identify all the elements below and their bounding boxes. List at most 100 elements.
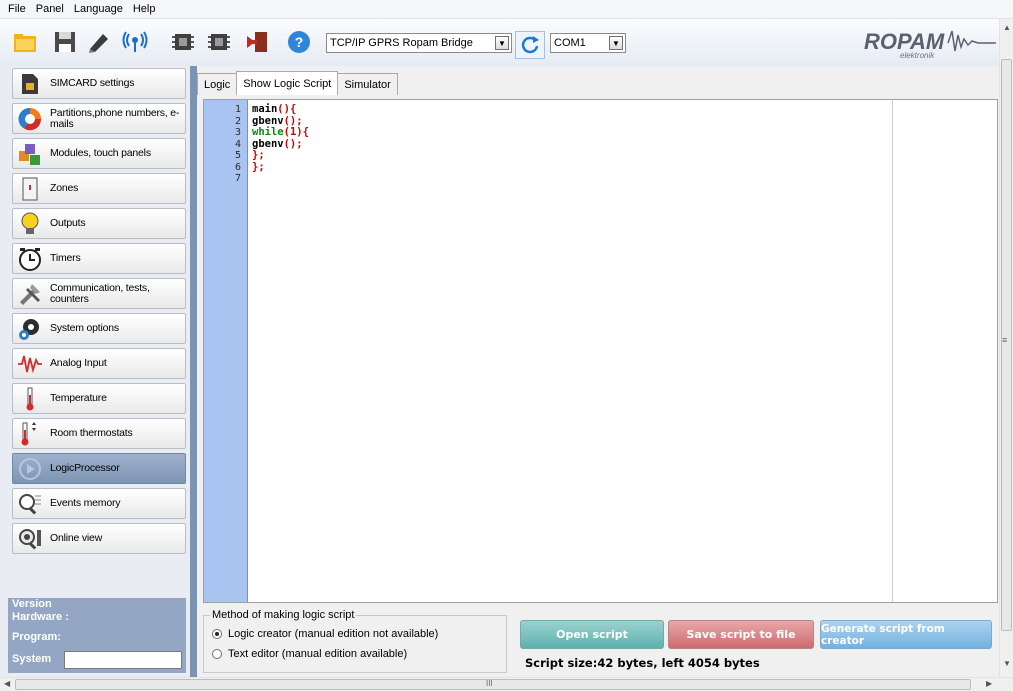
port-value: COM1 — [554, 37, 586, 49]
radio-logic-creator[interactable]: Logic creator (manual edition not availa… — [212, 628, 438, 640]
version-panel: Version Hardware : Program: System — [8, 598, 186, 673]
radio-label: Text editor (manual edition available) — [228, 648, 408, 660]
vertical-scroll-thumb[interactable]: ≡ — [1001, 59, 1012, 631]
code-line: main(){ — [252, 103, 296, 115]
sidebar-item-label: Modules, touch panels — [50, 147, 151, 159]
sidebar-item-communication[interactable]: Communication, tests, counters — [12, 278, 186, 309]
sidebar-item-outputs[interactable]: Outputs — [12, 208, 186, 239]
antenna-icon[interactable] — [122, 29, 148, 55]
open-script-button[interactable]: Open script — [520, 620, 664, 649]
sidebar-item-simcard[interactable]: SIMCARD settings — [12, 68, 186, 99]
code-token: ){ — [296, 126, 309, 138]
folder-open-icon[interactable] — [12, 29, 38, 55]
line-number: 2 — [234, 115, 241, 127]
sidebar-item-partitions[interactable]: Partitions,phone numbers, e-mails — [12, 103, 186, 134]
sidebar-item-label: Events memory — [50, 497, 121, 509]
radio-button[interactable] — [212, 649, 222, 659]
zone-door-icon — [18, 177, 42, 201]
code-line: }; — [252, 149, 265, 161]
chip-read-icon[interactable] — [170, 29, 196, 55]
sidebar-item-temperature[interactable]: Temperature — [12, 383, 186, 414]
line-number: 1 — [234, 104, 241, 115]
port-select[interactable]: COM1 ▼ — [550, 33, 626, 53]
help-icon[interactable]: ? — [286, 29, 312, 55]
sidebar-item-room-thermostats[interactable]: Room thermostats — [12, 418, 186, 449]
tab-simulator[interactable]: Simulator — [337, 73, 398, 95]
menu-help[interactable]: Help — [129, 3, 162, 15]
scroll-up-icon[interactable]: ▲ — [1003, 23, 1011, 32]
code-token: (); — [283, 137, 303, 150]
line-number: 3 — [234, 127, 241, 138]
version-legend: Version — [12, 598, 52, 610]
line-number-gutter: 1234567 — [204, 100, 248, 602]
radio-button[interactable] — [212, 629, 222, 639]
simcard-icon — [18, 72, 42, 96]
gear-icon — [18, 317, 42, 341]
editor-margin-line — [892, 100, 893, 602]
scroll-right-icon[interactable]: ▶ — [986, 679, 992, 688]
sidebar-item-label: Room thermostats — [50, 427, 133, 439]
pie-chart-icon — [18, 107, 42, 131]
code-token: gbenv — [252, 137, 284, 150]
sidebar-item-zones[interactable]: Zones — [12, 173, 186, 204]
chevron-down-icon[interactable]: ▼ — [609, 36, 623, 50]
ropam-logo: ROPAM elektronik — [860, 25, 1000, 61]
sidebar-splitter[interactable] — [190, 66, 197, 677]
scroll-left-icon[interactable]: ◀ — [4, 679, 10, 688]
tab-show-logic-script[interactable]: Show Logic Script — [236, 71, 339, 95]
radio-text-editor[interactable]: Text editor (manual edition available) — [212, 648, 407, 660]
sidebar-item-label: Outputs — [50, 217, 86, 229]
connection-value: TCP/IP GPRS Ropam Bridge — [330, 37, 473, 49]
sidebar-item-logic-processor[interactable]: LogicProcessor — [12, 453, 186, 484]
generate-script-button[interactable]: Generate script from creator — [820, 620, 992, 649]
sidebar-item-system-options[interactable]: System options — [12, 313, 186, 344]
code-line: gbenv(); — [252, 138, 303, 150]
save-script-button[interactable]: Save script to file — [668, 620, 814, 649]
chevron-down-icon[interactable]: ▼ — [495, 36, 509, 50]
menu-panel[interactable]: Panel — [32, 3, 70, 15]
sidebar-item-analog-input[interactable]: Analog Input — [12, 348, 186, 379]
horizontal-scroll-thumb[interactable]: III — [15, 679, 971, 690]
sidebar-item-label: LogicProcessor — [50, 462, 120, 474]
scroll-down-icon[interactable]: ▼ — [1003, 659, 1011, 668]
line-number: 5 — [234, 150, 241, 161]
vertical-scrollbar[interactable]: ▲ ≡ ▼ — [999, 19, 1013, 677]
script-size-label: Script size:42 bytes, left 4054 bytes — [525, 656, 760, 670]
horizontal-scrollbar[interactable]: ◀ III ▶ — [0, 677, 1013, 691]
modules-icon — [18, 142, 42, 166]
menu-language[interactable]: Language — [70, 3, 129, 15]
main-panel: Logic Show Logic Script Simulator 123456… — [197, 66, 999, 677]
script-editor[interactable]: 1234567 main(){gbenv(); while(1){gbenv();… — [203, 99, 998, 603]
hardware-label: Hardware : — [12, 611, 69, 623]
system-label: System — [12, 653, 52, 665]
sidebar-item-online-view[interactable]: Online view — [12, 523, 186, 554]
code-line: gbenv(); — [252, 115, 303, 127]
code-token: main — [252, 103, 278, 115]
save-icon[interactable] — [52, 29, 78, 55]
sidebar: SIMCARD settings Partitions,phone number… — [0, 66, 190, 677]
code-line: while(1){ — [252, 126, 309, 138]
code-token: }; — [252, 149, 265, 161]
system-field[interactable] — [64, 651, 182, 669]
thermometer-icon — [18, 387, 42, 411]
connection-select[interactable]: TCP/IP GPRS Ropam Bridge ▼ — [326, 33, 512, 53]
code-token: (); — [283, 114, 303, 127]
toolbar: ? TCP/IP GPRS Ropam Bridge ▼ COM1 ▼ ROPA… — [0, 19, 1000, 66]
menu-file[interactable]: File — [4, 3, 32, 15]
chip-write-icon[interactable] — [206, 29, 232, 55]
exit-door-icon[interactable] — [244, 29, 270, 55]
tab-strip: Logic Show Logic Script Simulator — [197, 71, 398, 95]
room-thermostat-icon — [18, 421, 42, 446]
line-number: 4 — [234, 138, 241, 150]
code-token: (){ — [277, 103, 297, 115]
sidebar-item-modules[interactable]: Modules, touch panels — [12, 138, 186, 169]
pen-icon[interactable] — [86, 29, 112, 55]
sidebar-item-events-memory[interactable]: Events memory — [12, 488, 186, 519]
logic-processor-icon — [18, 457, 42, 481]
tab-logic[interactable]: Logic — [197, 73, 238, 95]
sidebar-item-timers[interactable]: Timers — [12, 243, 186, 274]
code-token: }; — [252, 160, 265, 173]
refresh-icon[interactable] — [515, 31, 545, 59]
method-group: Method of making logic script Logic crea… — [203, 609, 507, 673]
tools-icon — [18, 282, 42, 306]
